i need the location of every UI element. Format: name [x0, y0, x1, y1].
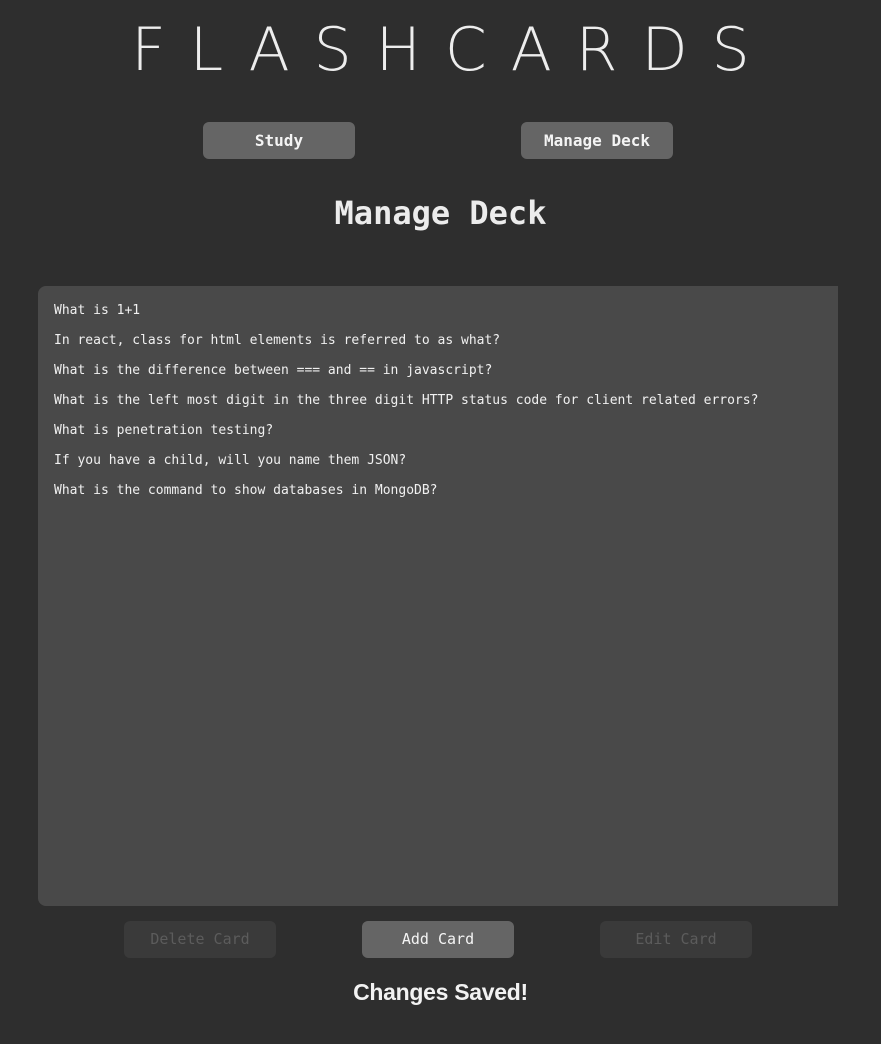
app-title: FLASHCARDS: [131, 15, 774, 85]
delete-card-button[interactable]: Delete Card: [124, 921, 276, 958]
manage-deck-button[interactable]: Manage Deck: [521, 122, 673, 159]
card-list-item[interactable]: If you have a child, will you name them …: [38, 450, 838, 480]
status-message: Changes Saved!: [353, 979, 528, 1005]
card-list-item[interactable]: What is the command to show databases in…: [38, 480, 838, 510]
edit-card-button[interactable]: Edit Card: [600, 921, 752, 958]
card-list-item[interactable]: What is penetration testing?: [38, 420, 838, 450]
card-list-item[interactable]: What is the difference between === and =…: [38, 360, 838, 390]
study-button[interactable]: Study: [203, 122, 355, 159]
card-list-item[interactable]: What is the left most digit in the three…: [38, 390, 838, 420]
card-list-item[interactable]: What is 1+1: [38, 300, 838, 330]
page-title: Manage Deck: [334, 194, 547, 232]
add-card-button[interactable]: Add Card: [362, 921, 514, 958]
card-list[interactable]: What is 1+1 In react, class for html ele…: [38, 286, 838, 906]
card-list-item[interactable]: In react, class for html elements is ref…: [38, 330, 838, 360]
